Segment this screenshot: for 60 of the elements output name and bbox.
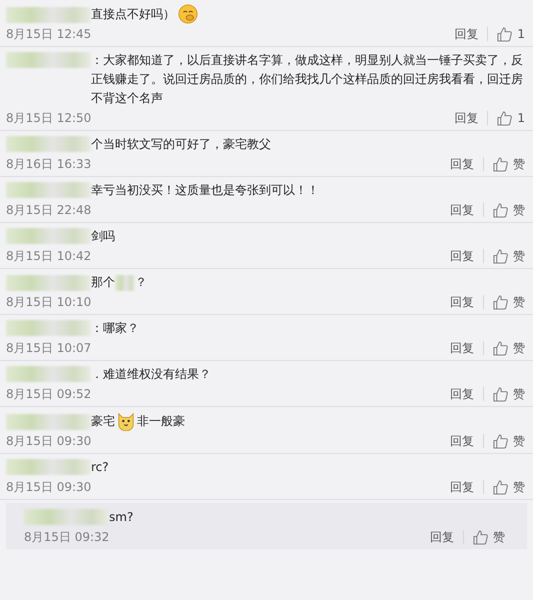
comment-time: 8月15日 10:42 [6,248,92,264]
like-button[interactable]: 赞 [493,248,525,264]
like-button[interactable]: 赞 [493,294,525,310]
like-button[interactable]: 1 [497,110,525,126]
thumbs-up-icon [497,26,512,42]
thumbs-up-icon [497,110,512,126]
like-button[interactable]: 赞 [493,202,525,218]
comment-text: ：大家都知道了，以后直接讲名字算，做成这样，明显别人就当一锤子买卖了，反正钱赚走了。说回迁房品质的，你们给我找几个这样品质的回迁房我看看，回迁房不背这个名声 [91,52,524,107]
like-button[interactable]: 1 [497,26,525,42]
comment-time: 8月15日 10:10 [6,294,92,310]
cat-face-icon [117,411,135,431]
comment-text: sm? [109,509,134,526]
thumbs-up-icon [493,386,508,402]
reply-link[interactable]: 回复 [450,340,474,356]
thumbs-up-icon [493,480,508,494]
comment-text: ？ [135,274,147,291]
comment-text: 那个 [91,274,115,291]
reply-link[interactable]: 回复 [450,202,474,218]
reply-link[interactable]: 回复 [430,529,454,545]
like-button[interactable]: 赞 [473,529,505,545]
like-button[interactable]: 赞 [493,340,525,356]
thumbs-up-icon [493,434,508,448]
comment-time: 8月16日 16:33 [6,156,92,172]
comment-text: ．难道维权没有结果？ [91,366,211,383]
reply-link[interactable]: 回复 [454,110,478,126]
reply-link[interactable]: 回复 [450,156,474,172]
comment-time: 8月15日 10:07 [6,340,92,356]
comment-time: 8月15日 22:48 [6,202,92,218]
comment-text: 豪宅 [91,412,115,430]
reply-link[interactable]: 回复 [450,386,474,402]
comment-text: 个当时软文写的可好了，豪宅教父 [91,136,271,153]
comment-text: 剑吗 [91,228,115,245]
comment-text: ：哪家？ [91,320,139,337]
reply-link[interactable]: 回复 [450,294,474,310]
reply-link[interactable]: 回复 [454,26,478,42]
thumbs-up-icon [493,340,508,356]
comment-text: 非一般豪 [137,412,185,430]
like-button[interactable]: 赞 [493,433,525,449]
comment-time: 8月15日 09:32 [24,529,110,545]
thumbs-up-icon [493,156,508,172]
comment-time: 8月15日 09:52 [6,386,92,402]
reply-link[interactable]: 回复 [450,433,474,449]
thumbs-up-icon [493,294,508,310]
comment-text: 幸亏当初没买！这质量也是夸张到可以！！ [91,182,319,199]
giggling-face-icon [178,4,198,24]
thumbs-up-icon [493,248,508,264]
thumbs-up-icon [493,202,508,218]
comment-time: 8月15日 12:45 [6,26,92,42]
comment-text: 直接点不好吗） [91,6,175,22]
comment-text: rc? [91,459,109,476]
blurred-text [115,275,135,291]
like-button[interactable]: 赞 [493,386,525,402]
reply-link[interactable]: 回复 [450,479,474,495]
like-button[interactable]: 赞 [493,479,525,495]
comment-time: 8月15日 09:30 [6,433,92,449]
like-button[interactable]: 赞 [493,156,525,172]
comment-time: 8月15日 09:30 [6,479,92,495]
thumbs-up-icon [473,530,488,544]
reply-link[interactable]: 回复 [450,248,474,264]
comment-time: 8月15日 12:50 [6,110,92,126]
